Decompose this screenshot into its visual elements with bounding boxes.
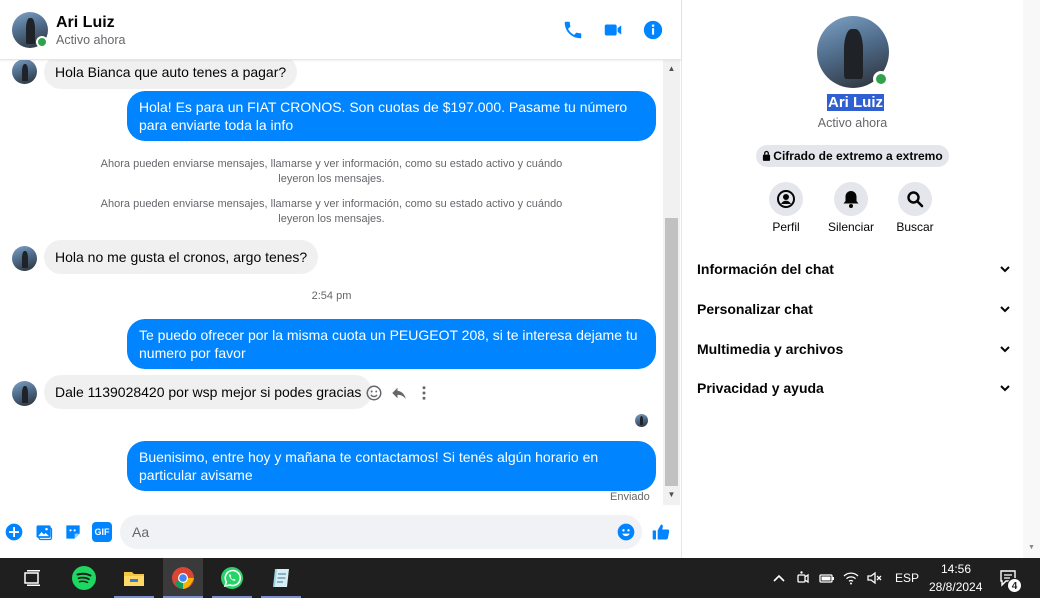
section-label: Información del chat (697, 261, 834, 277)
chat-header: Ari Luiz Activo ahora (0, 0, 681, 60)
notification-count-badge: 4 (1007, 578, 1022, 593)
scroll-thumb[interactable] (665, 218, 678, 486)
outgoing-message[interactable]: Te puedo ofrecer por la misma cuota un P… (127, 319, 656, 369)
taskbar-spotify[interactable] (64, 558, 104, 598)
gif-icon[interactable]: GIF (92, 522, 112, 542)
image-icon[interactable] (34, 522, 54, 542)
message-input[interactable] (120, 515, 642, 549)
page-scrollbar[interactable]: ▼ (1023, 0, 1040, 558)
info-icon[interactable] (642, 19, 664, 41)
panel-online-indicator (873, 71, 889, 87)
sticker-icon[interactable] (63, 522, 83, 542)
search-icon (907, 191, 924, 208)
section-media-files[interactable]: Multimedia y archivos (697, 338, 1012, 362)
volume-muted-icon[interactable] (866, 570, 882, 586)
sent-status: Enviado (610, 491, 650, 503)
seen-indicator-avatar (635, 414, 648, 427)
outgoing-message[interactable]: Buenisimo, entre hoy y mañana te contact… (127, 441, 656, 491)
incoming-message[interactable]: Hola Bianca que auto tenes a pagar? (44, 55, 298, 89)
system-message: Ahora pueden enviarse mensajes, llamarse… (100, 198, 563, 225)
scroll-down-icon[interactable]: ▼ (663, 488, 680, 502)
panel-contact-status: Activo ahora (817, 116, 888, 130)
notes-app-icon (273, 569, 289, 587)
mute-button[interactable] (834, 182, 868, 216)
reply-icon[interactable] (390, 384, 408, 402)
phone-icon[interactable] (562, 19, 584, 41)
online-indicator (36, 36, 48, 48)
chevron-down-icon (1000, 385, 1010, 392)
scroll-down-icon[interactable]: ▼ (1023, 544, 1040, 556)
emoji-react-icon[interactable] (365, 384, 383, 402)
incoming-message[interactable]: Hola no me gusta el cronos, argo tenes? (44, 240, 319, 274)
contact-info-panel: Ari Luiz Activo ahora Cifrado de extremo… (682, 0, 1023, 558)
chevron-down-icon (1000, 306, 1010, 313)
composer: GIF (0, 506, 681, 558)
taskbar-notes-app[interactable] (261, 558, 301, 598)
taskbar-whatsapp[interactable] (212, 558, 252, 598)
search-label: Buscar (896, 220, 934, 234)
clock-time[interactable]: 14:56 (941, 562, 971, 576)
sender-avatar (12, 246, 37, 271)
battery-icon[interactable] (819, 570, 835, 586)
outgoing-message[interactable]: Hola! Es para un FIAT CRONOS. Son cuotas… (127, 91, 656, 141)
bell-icon (843, 191, 859, 208)
sender-avatar (12, 381, 37, 406)
section-privacy-help[interactable]: Privacidad y ayuda (697, 377, 1012, 401)
chevron-up-icon[interactable] (771, 570, 787, 586)
panel-contact-name[interactable]: Ari Luiz (827, 94, 884, 111)
system-message: Ahora pueden enviarse mensajes, llamarse… (100, 158, 563, 185)
task-view-icon[interactable] (24, 570, 42, 586)
file-explorer-icon (124, 572, 144, 586)
section-chat-info[interactable]: Información del chat (697, 258, 1012, 282)
message-scrollbar[interactable]: ▲ ▼ (663, 60, 680, 505)
encryption-badge[interactable]: Cifrado de extremo a extremo (756, 145, 949, 167)
wifi-icon[interactable] (843, 570, 859, 586)
chevron-down-icon (1000, 346, 1010, 353)
add-icon[interactable] (4, 522, 24, 542)
time-separator: 2:54 pm (311, 290, 352, 302)
section-label: Personalizar chat (697, 301, 813, 317)
scroll-up-icon[interactable]: ▲ (663, 62, 680, 76)
section-label: Multimedia y archivos (697, 341, 844, 357)
chrome-icon (172, 567, 194, 589)
profile-icon (777, 190, 795, 208)
profile-button[interactable] (769, 182, 803, 216)
chevron-down-icon (1000, 266, 1010, 273)
clock-date[interactable]: 28/8/2024 (929, 580, 982, 594)
incoming-message[interactable]: Dale 1139028420 por wsp mejor si podes g… (44, 375, 373, 409)
contact-status: Activo ahora (56, 33, 126, 47)
section-label: Privacidad y ayuda (697, 380, 824, 396)
taskbar: ESP 14:56 28/8/2024 4 (0, 558, 1040, 598)
meet-now-icon[interactable] (795, 570, 811, 586)
language-indicator[interactable]: ESP (895, 571, 919, 585)
emoji-icon[interactable] (616, 522, 636, 542)
search-button[interactable] (898, 182, 932, 216)
contact-name[interactable]: Ari Luiz (56, 14, 115, 32)
taskbar-file-explorer[interactable] (114, 558, 154, 598)
spotify-icon (72, 566, 96, 590)
sender-avatar (12, 59, 37, 84)
section-customize-chat[interactable]: Personalizar chat (697, 298, 1012, 322)
whatsapp-icon (221, 567, 243, 589)
encryption-label: Cifrado de extremo a extremo (773, 149, 943, 163)
video-icon[interactable] (602, 19, 624, 41)
like-icon[interactable] (651, 522, 671, 542)
lock-icon (763, 150, 771, 161)
taskbar-chrome[interactable] (163, 558, 203, 598)
more-options-icon[interactable] (415, 384, 433, 402)
